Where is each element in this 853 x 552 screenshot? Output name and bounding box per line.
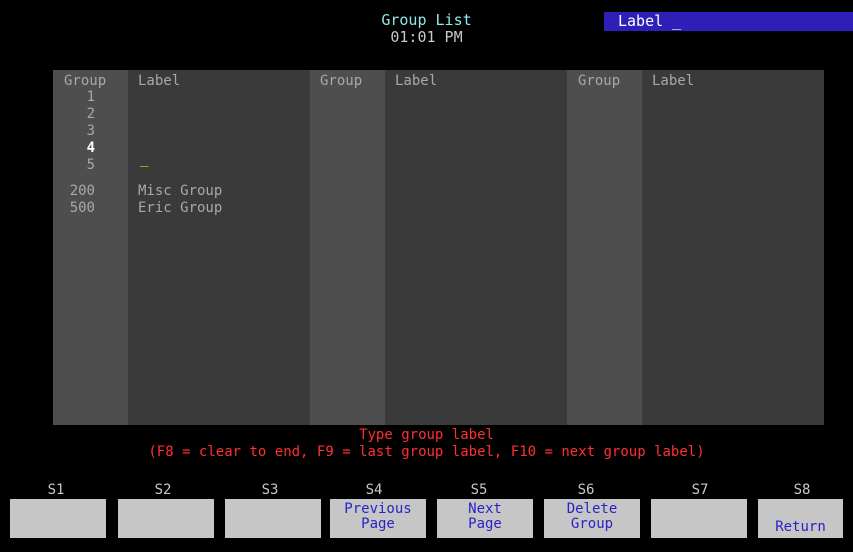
softkey-id: S1 bbox=[47, 482, 65, 498]
softkey-line1: Delete bbox=[566, 501, 618, 517]
command-line[interactable]: Label _ bbox=[604, 12, 853, 31]
group-column-3 bbox=[567, 70, 642, 425]
softkey-line2: Page bbox=[468, 516, 502, 532]
group-header-3: Group bbox=[578, 73, 621, 89]
label-column-1 bbox=[128, 70, 310, 425]
softkey-id: S6 bbox=[577, 482, 595, 498]
label-header-3: Label bbox=[652, 73, 695, 89]
label-column-3 bbox=[642, 70, 824, 425]
softkey-s2-button[interactable] bbox=[118, 499, 214, 538]
group-label[interactable]: Eric Group bbox=[138, 200, 222, 217]
prompt-message: Type group label bbox=[359, 427, 494, 443]
softkey-id: S3 bbox=[261, 482, 279, 498]
group-number[interactable]: 2 bbox=[55, 106, 95, 123]
label-header-1: Label bbox=[138, 73, 181, 89]
label-header-2: Label bbox=[395, 73, 438, 89]
return-button[interactable]: Return bbox=[758, 499, 843, 538]
softkey-line2: Page bbox=[361, 516, 395, 532]
group-number[interactable]: 3 bbox=[55, 123, 95, 140]
softkey-s7-button[interactable] bbox=[651, 499, 747, 538]
group-column-2 bbox=[310, 70, 385, 425]
softkey-line2: Group bbox=[570, 516, 614, 532]
softkey-s1-button[interactable] bbox=[10, 499, 106, 538]
softkey-s3-button[interactable] bbox=[225, 499, 321, 538]
group-header-2: Group bbox=[320, 73, 363, 89]
softkey-id: S8 bbox=[793, 482, 811, 498]
softkey-id: S7 bbox=[691, 482, 709, 498]
label-column-2 bbox=[385, 70, 567, 425]
delete-group-button[interactable]: Delete Group bbox=[544, 499, 640, 538]
softkey-id: S4 bbox=[365, 482, 383, 498]
previous-page-button[interactable]: Previous Page bbox=[330, 499, 426, 538]
group-number[interactable]: 200 bbox=[55, 183, 95, 200]
prompt-help: (F8 = clear to end, F9 = last group labe… bbox=[148, 444, 705, 460]
group-number[interactable]: 5 bbox=[55, 157, 95, 174]
next-page-button[interactable]: Next Page bbox=[437, 499, 533, 538]
group-header-1: Group bbox=[64, 73, 107, 89]
group-label[interactable]: Misc Group bbox=[138, 183, 222, 200]
label-edit-cursor[interactable]: _ bbox=[140, 151, 148, 168]
softkey-id: S2 bbox=[154, 482, 172, 498]
softkey-line1: Previous bbox=[344, 501, 412, 517]
group-number-selected[interactable]: 4 bbox=[55, 140, 95, 157]
softkey-id: S5 bbox=[470, 482, 488, 498]
group-number[interactable]: 500 bbox=[55, 200, 95, 217]
group-number[interactable]: 1 bbox=[55, 89, 95, 106]
softkey-line1: Next bbox=[468, 501, 502, 517]
softkey-line2: Return bbox=[775, 519, 826, 535]
